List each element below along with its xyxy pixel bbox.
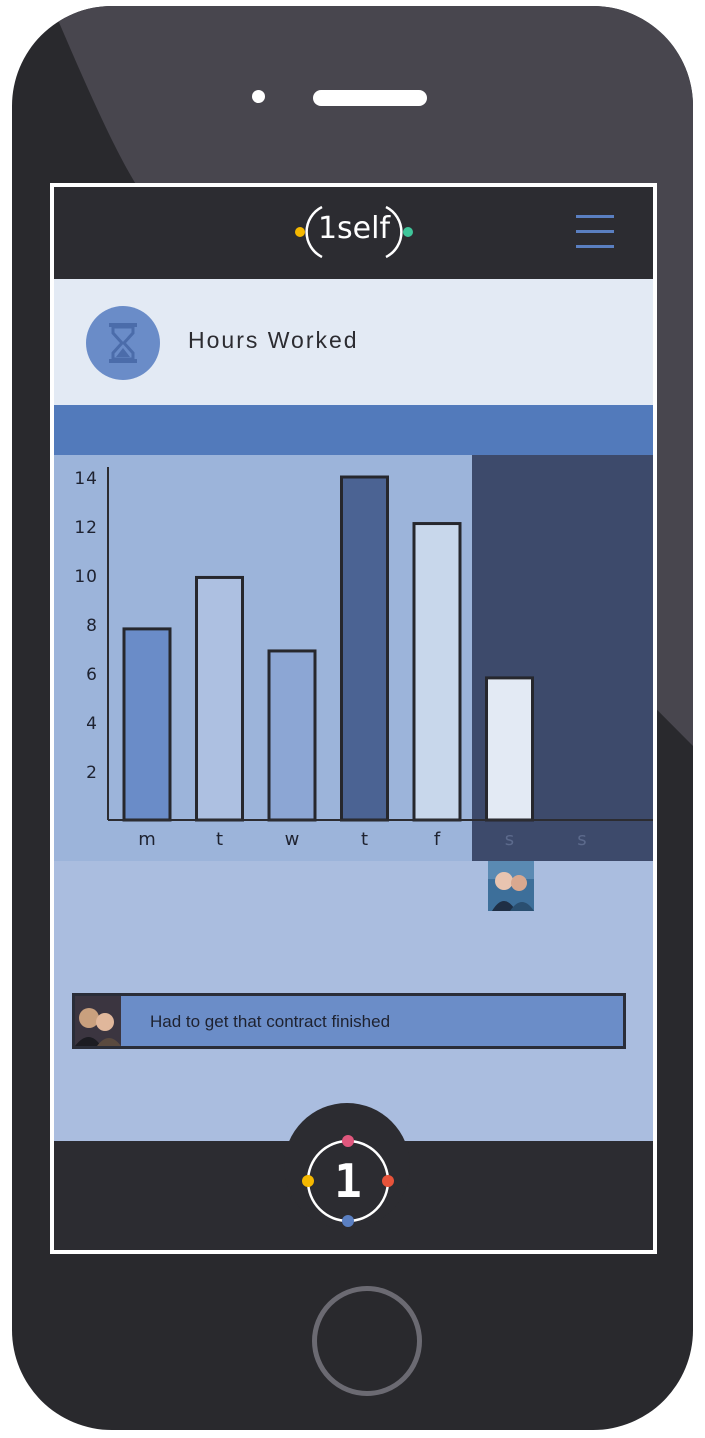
footer-logo-text: 1 — [334, 1154, 362, 1208]
y-tick-label: 6 — [86, 665, 98, 685]
bar-4 — [412, 522, 462, 822]
y-tick-label: 14 — [74, 469, 98, 489]
bar-2 — [267, 649, 317, 822]
y-tick-label: 12 — [74, 518, 98, 538]
chart-area: 2 4 6 8 10 12 14 m t w t f s s — [54, 455, 653, 861]
hamburger-menu-icon[interactable] — [576, 215, 616, 251]
x-tick-label: s — [505, 829, 514, 850]
note-text: Had to get that contract finished — [150, 1012, 391, 1031]
footer-dot-top — [342, 1135, 354, 1147]
bar-1 — [195, 575, 244, 822]
note-photo-thumbnail — [75, 996, 121, 1046]
x-tick-label: f — [434, 829, 441, 850]
y-tick-label: 10 — [74, 567, 98, 587]
y-tick-label: 4 — [86, 714, 98, 734]
event-photo-thumbnail[interactable] — [488, 861, 534, 911]
note-card[interactable]: Had to get that contract finished — [72, 993, 626, 1049]
metric-title: Hours Worked — [188, 327, 359, 353]
logo-text: 1self — [317, 211, 391, 246]
app-logo[interactable]: 1self — [292, 201, 416, 263]
bar-0 — [122, 627, 172, 822]
header-band — [54, 405, 653, 455]
bar-5 — [485, 676, 534, 822]
y-tick-label: 8 — [86, 616, 98, 636]
top-bar: 1self — [54, 187, 653, 279]
footer-dot-bottom — [342, 1215, 354, 1227]
x-tick-label: m — [138, 829, 156, 850]
metric-header: Hours Worked — [54, 279, 653, 405]
x-tick-label: s — [577, 829, 586, 850]
home-button[interactable] — [312, 1286, 422, 1396]
footer-dot-left — [302, 1175, 314, 1187]
speaker-slot — [313, 90, 427, 106]
hourglass-icon — [86, 306, 160, 380]
footer-dot-right — [382, 1175, 394, 1187]
camera-dot — [252, 90, 265, 103]
y-tick-label: 2 — [86, 763, 98, 783]
x-tick-label: w — [285, 829, 300, 850]
x-tick-label: t — [216, 829, 223, 850]
home-logo-button[interactable]: 1 — [300, 1133, 396, 1229]
bar-3 — [340, 475, 389, 822]
bar-chart: 2 4 6 8 10 12 14 m t w t f s s — [74, 455, 653, 861]
app-screen: 1self Hours Worked 2 4 6 8 10 12 14 m t w t f s s — [50, 183, 657, 1254]
x-tick-label: t — [361, 829, 368, 850]
